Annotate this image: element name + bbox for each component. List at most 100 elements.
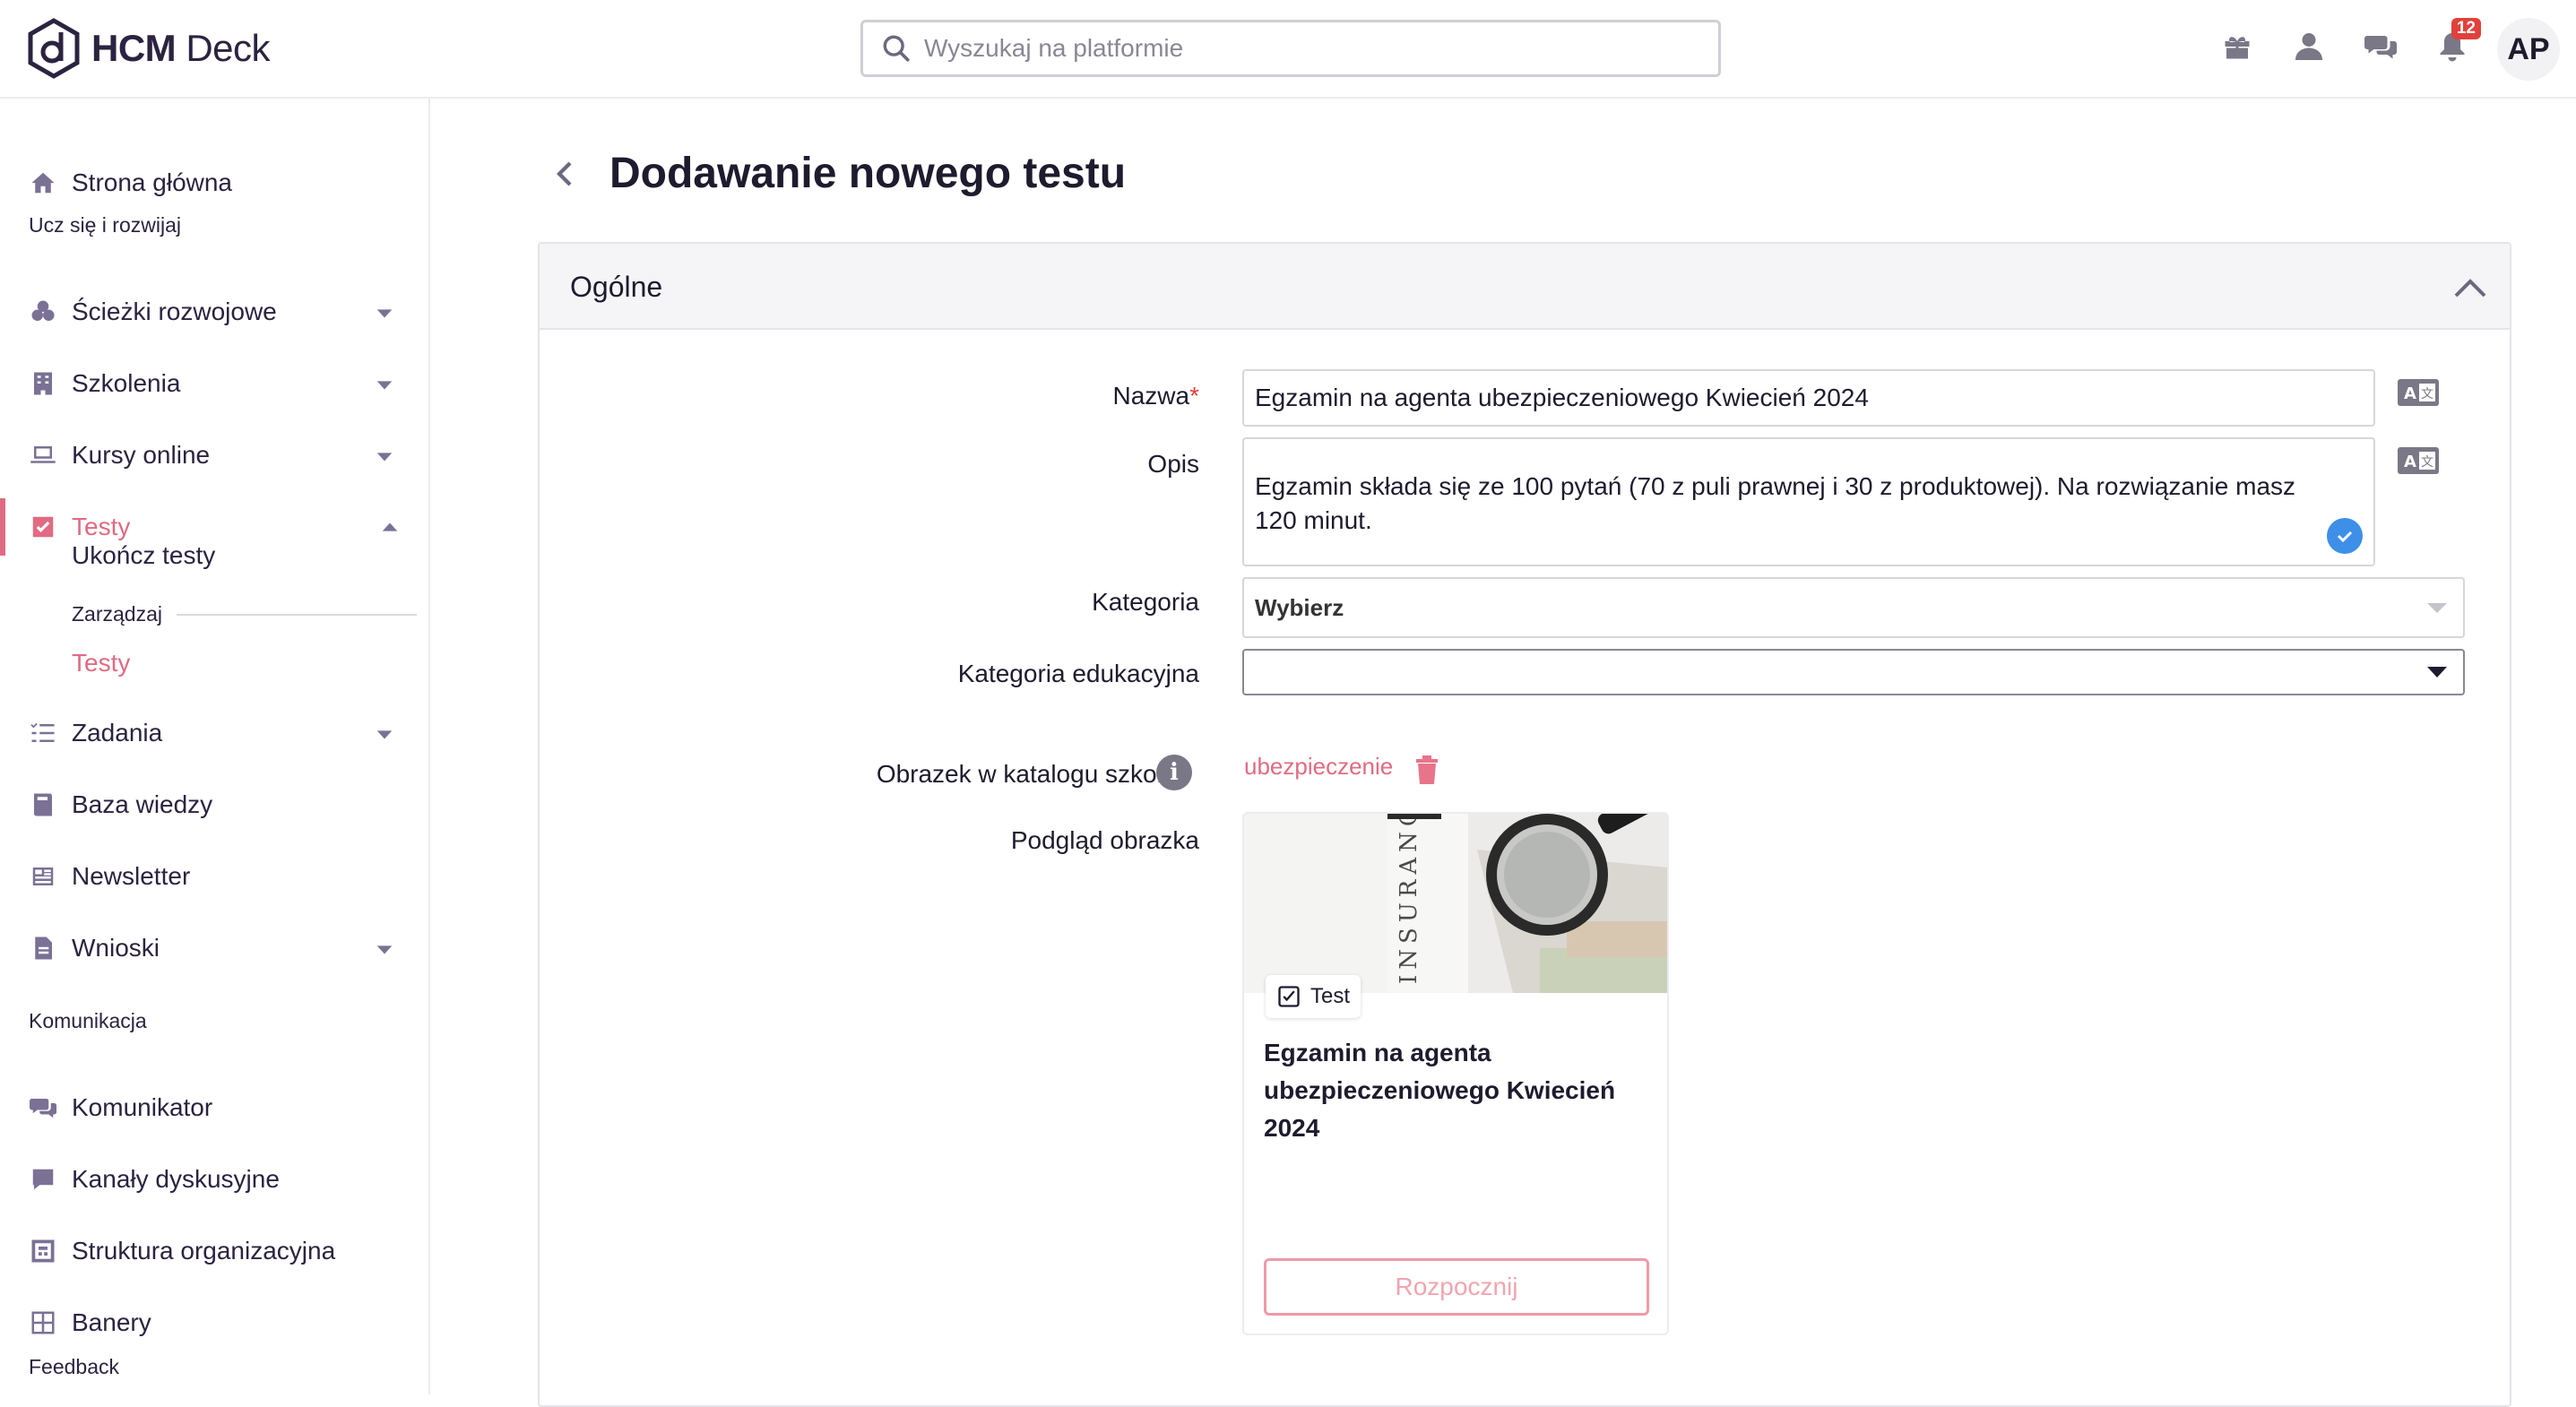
chat-icon[interactable] — [2361, 27, 2400, 66]
category-selected-value: Wybierz — [1255, 593, 1344, 621]
back-button[interactable] — [549, 158, 584, 194]
sidebar-item-tasks[interactable]: Zadania — [0, 704, 428, 762]
check-circle-icon — [2327, 518, 2363, 554]
chevron-down-icon[interactable] — [375, 303, 394, 323]
svg-text:INSURANCE POLICY: INSURANCE POLICY — [1396, 814, 1422, 984]
notification-badge: 12 — [2451, 18, 2481, 39]
sidebar-item-courses[interactable]: Kursy online — [0, 427, 428, 484]
newspaper-icon — [29, 862, 57, 891]
building-icon — [29, 369, 57, 398]
sidebar-item-label: Wnioski — [72, 934, 160, 962]
logo-text: HCM Deck — [91, 27, 271, 69]
labels-column: Nazwa* Opis Kategoria Kategoria edukacyj… — [540, 244, 1199, 1405]
content-type-label: Test — [1310, 984, 1351, 1008]
translate-icon[interactable]: A文 — [2397, 378, 2440, 407]
chevron-up-icon[interactable] — [380, 518, 400, 538]
sidebar-subitem-manage-tests[interactable]: Testy — [72, 649, 130, 678]
gift-icon[interactable] — [2217, 27, 2257, 66]
chevron-down-icon[interactable] — [375, 724, 394, 744]
category-label: Kategoria — [1092, 588, 1199, 616]
sidebar-item-knowledge[interactable]: Baza wiedzy — [0, 776, 428, 833]
sidebar-item-label: Zadania — [72, 719, 163, 747]
avatar[interactable]: AP — [2497, 18, 2560, 81]
svg-text:A: A — [2404, 453, 2416, 471]
translate-icon[interactable]: A文 — [2397, 446, 2440, 475]
sidebar-item-trainings[interactable]: Szkolenia — [0, 355, 428, 412]
chevron-up-icon — [2454, 279, 2486, 298]
image-label: Obrazek w katalogu szkoleń — [876, 760, 1190, 788]
chevron-left-icon — [557, 161, 572, 186]
sidebar-item-label: Testy — [72, 513, 131, 540]
section-label-learn: Ucz się i rozwijaj — [29, 213, 181, 237]
sidebar-item-label: Szkolenia — [72, 369, 181, 397]
preview-label: Podgląd obrazka — [1010, 826, 1199, 854]
name-label: Nazwa* — [1112, 382, 1200, 410]
info-icon[interactable]: i — [1156, 755, 1192, 790]
sidebar-item-label: Ścieżki rozwojowe — [72, 298, 277, 325]
subsection-label: Zarządzaj — [72, 602, 162, 626]
sidebar-item-org-structure[interactable]: Struktura organizacyjna — [0, 1222, 428, 1280]
sidebar-item-channels[interactable]: Kanały dyskusyjne — [0, 1151, 428, 1208]
description-label: Opis — [1147, 450, 1199, 478]
svg-text:文: 文 — [2421, 455, 2433, 470]
sidebar-item-label: Newsletter — [72, 862, 191, 890]
sidebar-item-label: Strona główna — [72, 168, 233, 196]
paths-icon — [29, 298, 57, 326]
name-input[interactable]: Egzamin na agenta ubezpieczeniowego Kwie… — [1242, 369, 2375, 427]
description-textarea[interactable]: Egzamin składa się ze 100 pytań (70 z pu… — [1242, 437, 2375, 566]
edu-category-select[interactable] — [1242, 649, 2465, 695]
hcm-logo-icon — [28, 18, 80, 79]
comment-icon — [29, 1165, 57, 1194]
sidebar-item-newsletter[interactable]: Newsletter — [0, 848, 428, 905]
category-select[interactable]: Wybierz — [1242, 577, 2465, 638]
trash-icon[interactable] — [1414, 755, 1439, 785]
checkbox-icon — [1278, 986, 1300, 1007]
document-icon — [29, 934, 57, 962]
svg-text:A: A — [2404, 384, 2416, 403]
sidebar-item-label: Kanały dyskusyjne — [72, 1165, 280, 1193]
image-file-link[interactable]: ubezpieczenie — [1244, 753, 1393, 781]
search-bar[interactable] — [860, 20, 1721, 77]
sidebar: Strona główna Ucz się i rozwijaj Ścieżki… — [0, 99, 430, 1394]
search-input[interactable] — [924, 34, 1695, 63]
top-bar: HCM Deck 12 AP — [0, 0, 2576, 99]
sidebar-item-home[interactable]: Strona główna — [0, 154, 428, 211]
grid-icon — [29, 1308, 57, 1337]
edu-category-label: Kategoria edukacyjna — [957, 660, 1199, 687]
sidebar-item-label: Komunikator — [72, 1093, 213, 1121]
search-icon — [883, 35, 910, 62]
content-type-tag: Test — [1266, 975, 1361, 1018]
checkbox-icon — [29, 513, 57, 541]
chevron-down-icon[interactable] — [375, 375, 394, 394]
sidebar-item-label: Baza wiedzy — [72, 790, 213, 818]
collapse-button[interactable] — [2452, 271, 2488, 303]
sidebar-subitem-complete-tests[interactable]: Ukończ testy — [72, 541, 215, 570]
preview-title: Egzamin na agenta ubezpieczeniowego Kwie… — [1264, 1039, 1616, 1142]
chat-bubbles-icon — [29, 1093, 57, 1122]
book-icon — [29, 790, 57, 819]
user-icon[interactable] — [2289, 27, 2329, 66]
home-icon — [29, 168, 57, 197]
sidebar-item-label: Kursy online — [72, 441, 211, 469]
sidebar-item-requests[interactable]: Wnioski — [0, 919, 428, 977]
chevron-down-icon — [2425, 665, 2449, 679]
laptop-icon — [29, 441, 57, 470]
sidebar-item-paths[interactable]: Ścieżki rozwojowe — [0, 283, 428, 341]
sidebar-item-label: Banery — [72, 1308, 151, 1336]
chevron-down-icon[interactable] — [375, 446, 394, 466]
training-preview-card: INSURANCE POLICY Test Egzamin na agenta … — [1242, 812, 1669, 1335]
divider — [176, 613, 417, 616]
sidebar-item-banners[interactable]: Banery — [0, 1294, 428, 1351]
svg-text:文: 文 — [2421, 387, 2433, 401]
section-label-feedback: Feedback — [29, 1355, 120, 1378]
chevron-down-icon[interactable] — [375, 939, 394, 959]
start-button[interactable]: Rozpocznij — [1264, 1258, 1649, 1316]
page-title: Dodawanie nowego testu — [609, 150, 1127, 197]
app-logo[interactable]: HCM Deck — [27, 16, 271, 81]
sidebar-item-messenger[interactable]: Komunikator — [0, 1079, 428, 1136]
bell-icon[interactable]: 12 — [2433, 18, 2481, 66]
task-list-icon — [29, 719, 57, 747]
preview-image: INSURANCE POLICY — [1244, 814, 1667, 993]
chevron-down-icon — [2425, 600, 2449, 615]
sidebar-subsection-manage: Zarządzaj — [72, 602, 417, 626]
